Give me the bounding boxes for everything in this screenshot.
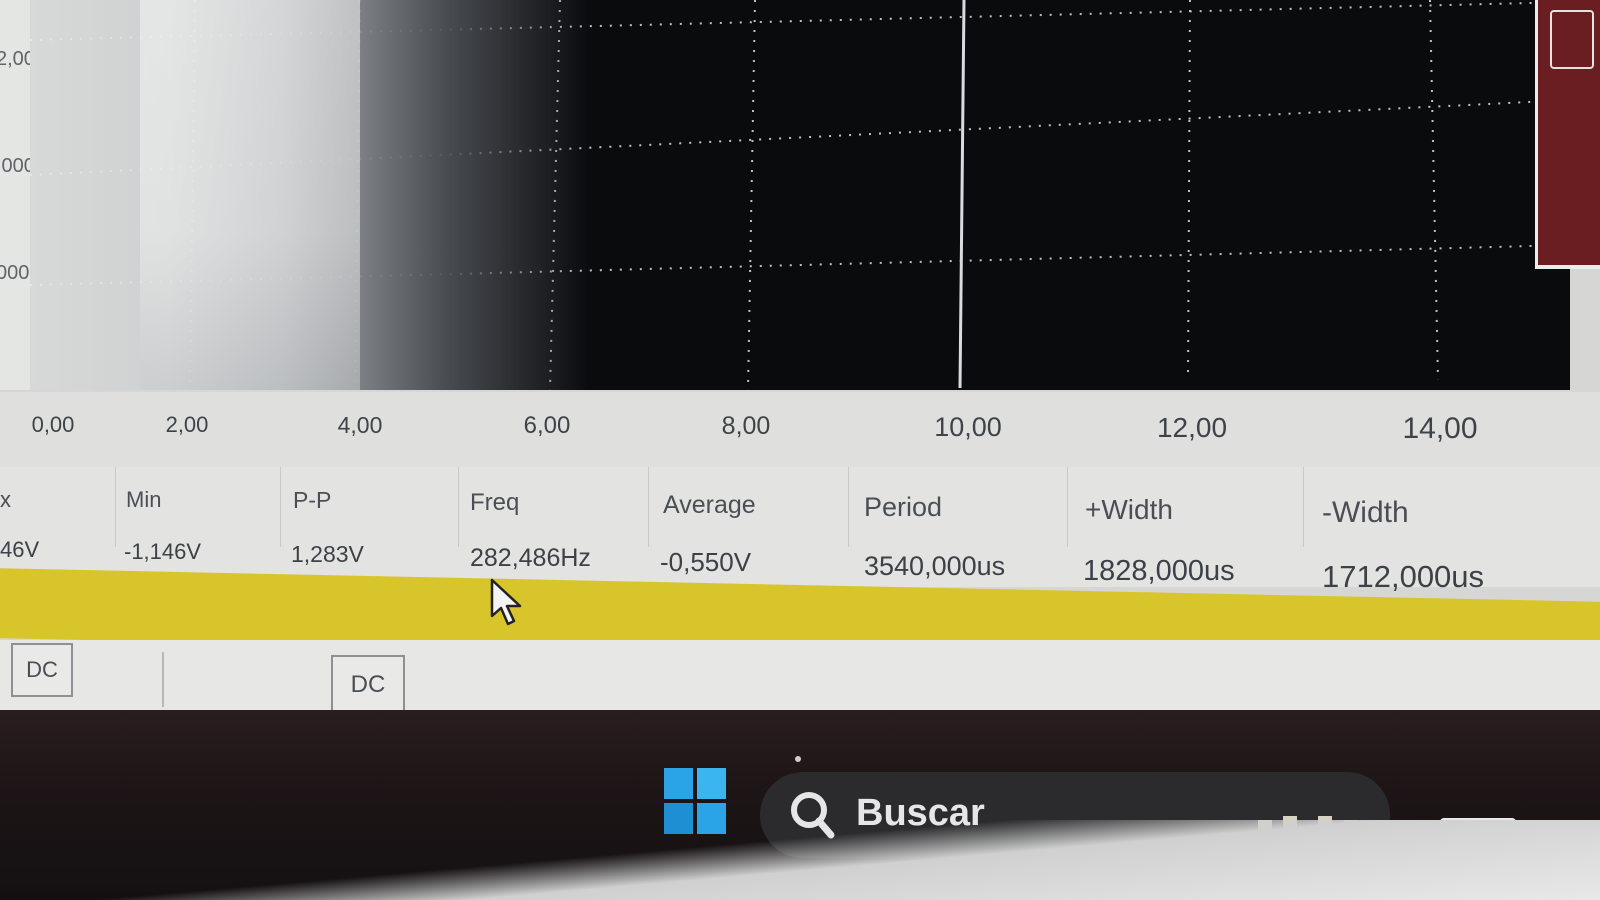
grid-line-v — [1187, 0, 1191, 381]
center-axis-line — [958, 0, 966, 389]
side-panel[interactable] — [1535, 0, 1600, 269]
measurement-value: 1712,000us — [1322, 559, 1485, 594]
column-header: -Width — [1322, 496, 1409, 529]
measurement-value: 282,486Hz — [470, 544, 591, 572]
x-tick-label: 8,00 — [721, 412, 771, 440]
x-tick-label: 14,00 — [1402, 412, 1478, 445]
column-divider — [115, 467, 116, 547]
column-header: Period — [864, 492, 943, 522]
x-tick-label: 2,00 — [165, 412, 209, 437]
column-header: Freq — [470, 489, 520, 516]
side-panel-tab[interactable] — [1550, 10, 1594, 69]
oscilloscope-plot[interactable] — [30, 0, 1570, 390]
measurement-value: 1828,000us — [1083, 555, 1235, 587]
measurement-value: 46V — [0, 537, 40, 562]
coupling-button[interactable]: DC — [11, 643, 73, 697]
column-divider — [648, 467, 649, 547]
indicator-dot — [795, 756, 801, 762]
column-divider — [1303, 467, 1304, 547]
column-header: x — [0, 487, 11, 512]
x-tick-label: 4,00 — [337, 412, 383, 438]
measurement-value: -0,550V — [660, 547, 752, 577]
column-header: P-P — [293, 487, 332, 513]
screen-glare — [140, 0, 360, 390]
column-divider — [848, 467, 849, 547]
monitor-bezel — [0, 820, 1600, 900]
grid-line-v — [747, 0, 756, 390]
column-header: Average — [663, 491, 756, 519]
y-tick-label: 000 — [0, 262, 30, 284]
column-divider — [280, 467, 281, 547]
y-axis-labels: 2,000 ,000 000 — [0, 0, 46, 390]
coupling-button[interactable]: DC — [331, 655, 405, 715]
column-header: Min — [126, 487, 162, 512]
column-divider — [1067, 467, 1068, 547]
mouse-cursor-icon — [490, 578, 522, 626]
measurements-table: x Min P-P Freq Average Period +Width -Wi… — [0, 467, 1600, 594]
measurement-value: 1,283V — [291, 541, 364, 567]
grid-line-v — [1429, 0, 1439, 381]
x-tick-label: 0,00 — [31, 412, 75, 437]
x-tick-label: 12,00 — [1156, 412, 1228, 443]
x-tick-label: 6,00 — [523, 412, 571, 439]
x-axis-labels: 0,00 2,00 4,00 6,00 8,00 10,00 12,00 14,… — [0, 392, 1600, 467]
measurement-value: -1,146V — [124, 539, 202, 564]
column-divider — [458, 467, 459, 547]
measurement-value: 3540,000us — [864, 551, 1006, 581]
x-tick-label: 10,00 — [934, 412, 1002, 442]
column-header: +Width — [1085, 494, 1173, 525]
control-divider — [162, 652, 164, 707]
